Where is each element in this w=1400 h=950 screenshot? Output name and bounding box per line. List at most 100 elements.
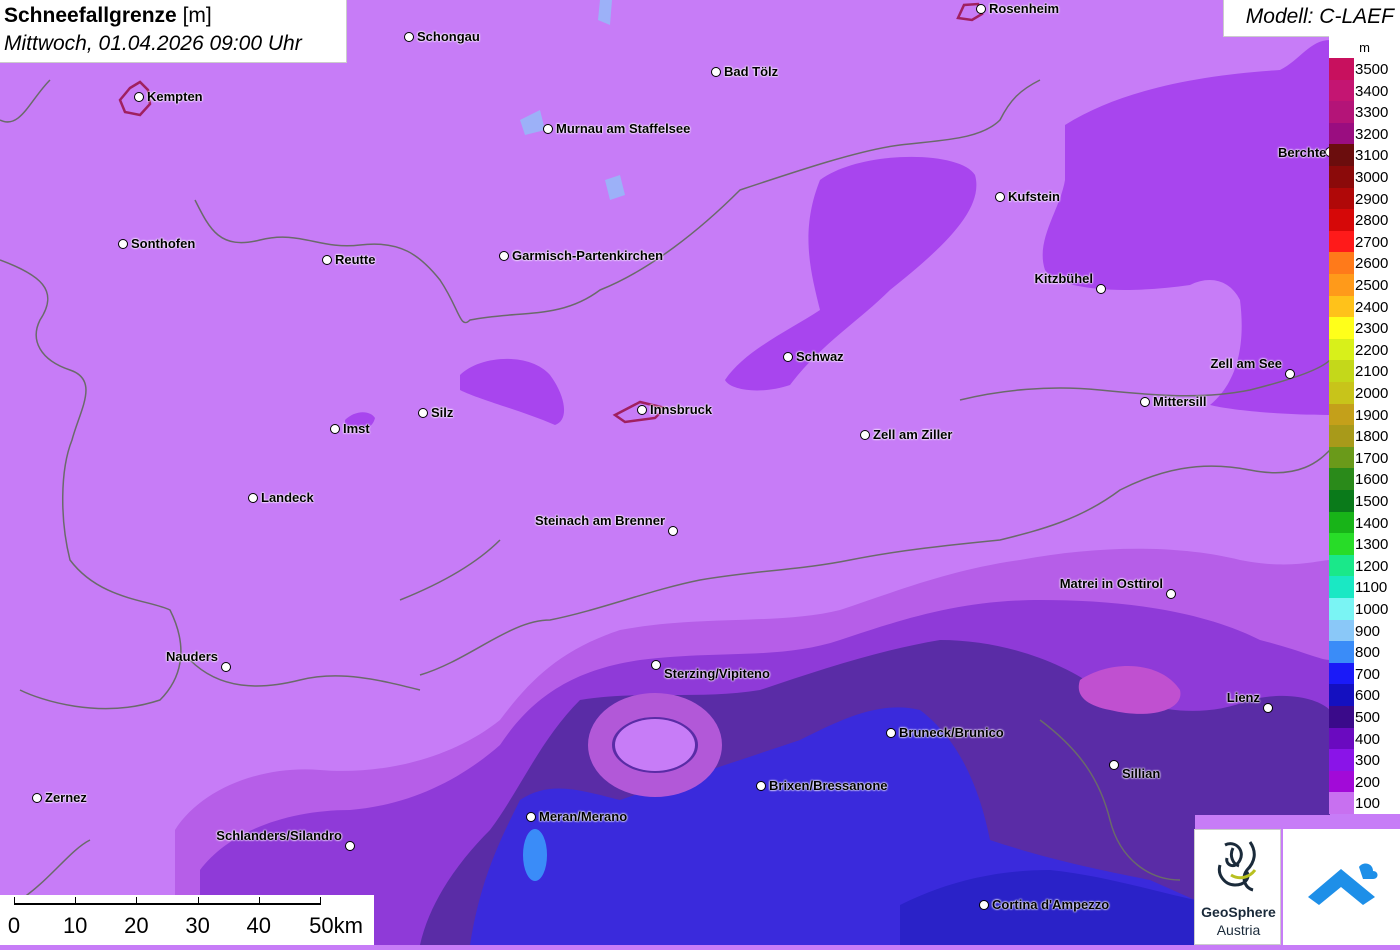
city-marker[interactable] — [1285, 369, 1295, 379]
legend-value: 1300 — [1355, 536, 1389, 554]
city-label: Brixen/Bressanone — [769, 778, 888, 793]
legend-swatch — [1329, 58, 1354, 80]
legend-value: 1000 — [1355, 601, 1389, 618]
snowline-map[interactable] — [0, 0, 1400, 945]
city-marker[interactable] — [637, 405, 647, 415]
legend-swatch — [1329, 122, 1354, 145]
app-logo[interactable] — [1283, 829, 1400, 945]
city-label: Sonthofen — [131, 236, 196, 251]
legend-swatch — [1329, 749, 1354, 771]
legend-value: 2800 — [1355, 212, 1389, 230]
legend-item: 900 — [1329, 619, 1400, 642]
city-label: Kitzbühel — [1034, 271, 1094, 286]
city-marker[interactable] — [886, 728, 896, 738]
legend-item: 800 — [1329, 641, 1400, 663]
city-label: Schongau — [417, 29, 480, 44]
legend-value: 3100 — [1355, 147, 1389, 165]
city-marker[interactable] — [134, 92, 144, 102]
city-label: Zernez — [45, 790, 87, 805]
legend-swatch — [1329, 792, 1354, 814]
legend-swatch — [1329, 403, 1354, 426]
city-marker[interactable] — [221, 662, 231, 672]
city-marker[interactable] — [979, 900, 989, 910]
scale-line — [14, 903, 320, 905]
city-label: Garmisch-Partenkirchen — [512, 248, 664, 263]
scale-tick — [75, 897, 77, 905]
city-marker[interactable] — [330, 424, 340, 434]
legend-item: 1300 — [1329, 533, 1400, 555]
city-label: Zell am Ziller — [873, 427, 953, 442]
snowline-zone-clear — [615, 719, 695, 771]
geosphere-logo[interactable]: GeoSphere Austria — [1194, 829, 1281, 945]
city-marker[interactable] — [1140, 397, 1150, 407]
scale-tick — [197, 897, 199, 905]
geosphere-name: GeoSphere — [1201, 904, 1276, 920]
city-label: Kufstein — [1008, 189, 1060, 204]
city-label: Murnau am Staffelsee — [556, 121, 691, 136]
city-label: Imst — [343, 421, 370, 436]
city-label: Silz — [431, 405, 454, 420]
legend-swatch — [1329, 317, 1354, 339]
city-label: Bad Tölz — [724, 64, 779, 79]
legend-item: 1700 — [1329, 446, 1400, 469]
city-marker[interactable] — [322, 255, 332, 265]
city-marker[interactable] — [756, 781, 766, 791]
city-marker[interactable] — [32, 793, 42, 803]
legend-swatch — [1329, 209, 1354, 231]
legend-item: 2500 — [1329, 274, 1400, 296]
legend-item: 3000 — [1329, 166, 1400, 188]
city-marker[interactable] — [860, 430, 870, 440]
city-marker[interactable] — [1109, 760, 1119, 770]
legend-swatch — [1329, 382, 1354, 404]
legend-item: 1100 — [1329, 576, 1400, 598]
city-label: Mittersill — [1153, 394, 1207, 409]
city-marker[interactable] — [976, 4, 986, 14]
legend-item: 2800 — [1329, 209, 1400, 231]
city-marker[interactable] — [345, 841, 355, 851]
city-marker[interactable] — [651, 660, 661, 670]
city-label: Landeck — [261, 490, 314, 505]
scale-label: 20 — [124, 913, 149, 938]
legend-item: 1000 — [1329, 598, 1400, 620]
legend-item: 2700 — [1329, 230, 1400, 253]
legend-swatch — [1329, 684, 1354, 706]
city-marker[interactable] — [526, 812, 536, 822]
scale-tick — [136, 897, 138, 905]
legend-value: 700 — [1355, 665, 1381, 683]
city-marker[interactable] — [1096, 284, 1106, 294]
legend-item: 200 — [1329, 770, 1400, 793]
city-marker[interactable] — [404, 32, 414, 42]
city-marker[interactable] — [1263, 703, 1273, 713]
legend-swatch — [1329, 490, 1354, 512]
legend-value: 2400 — [1355, 298, 1389, 316]
legend-value: 2500 — [1355, 277, 1389, 294]
city-marker[interactable] — [711, 67, 721, 77]
city-label: Matrei in Osttirol — [1059, 576, 1163, 591]
city-marker[interactable] — [543, 124, 553, 134]
legend-swatch — [1329, 533, 1354, 555]
city-marker[interactable] — [995, 192, 1005, 202]
legend-item: 2400 — [1329, 295, 1400, 318]
legend-value: 3200 — [1355, 125, 1389, 143]
legend-value: 1800 — [1355, 428, 1389, 446]
scale-label: 50km — [309, 913, 363, 938]
city-marker[interactable] — [1166, 589, 1176, 599]
city-marker[interactable] — [499, 251, 509, 261]
scale-bar: 0 10 20 30 40 50km — [0, 895, 374, 945]
color-legend: m 3500 3400 3300 3200 3100 3000 2900 2800 2700 26… — [1329, 36, 1400, 814]
legend-item: 600 — [1329, 684, 1400, 706]
map-datetime: Mittwoch, 01.04.2026 09:00 Uhr — [4, 32, 302, 55]
legend-swatch — [1329, 295, 1354, 318]
city-marker[interactable] — [668, 526, 678, 536]
city-marker[interactable] — [783, 352, 793, 362]
legend-value: 100 — [1355, 795, 1381, 813]
city-marker[interactable] — [248, 493, 258, 503]
legend-swatch — [1329, 727, 1354, 750]
legend-item: 100 — [1329, 792, 1400, 814]
city-marker[interactable] — [418, 408, 428, 418]
city-label: Sillian — [1122, 766, 1161, 781]
city-marker[interactable] — [118, 239, 128, 249]
legend-value: 400 — [1355, 730, 1381, 748]
legend-swatch — [1329, 598, 1354, 620]
legend-swatch — [1329, 619, 1354, 642]
